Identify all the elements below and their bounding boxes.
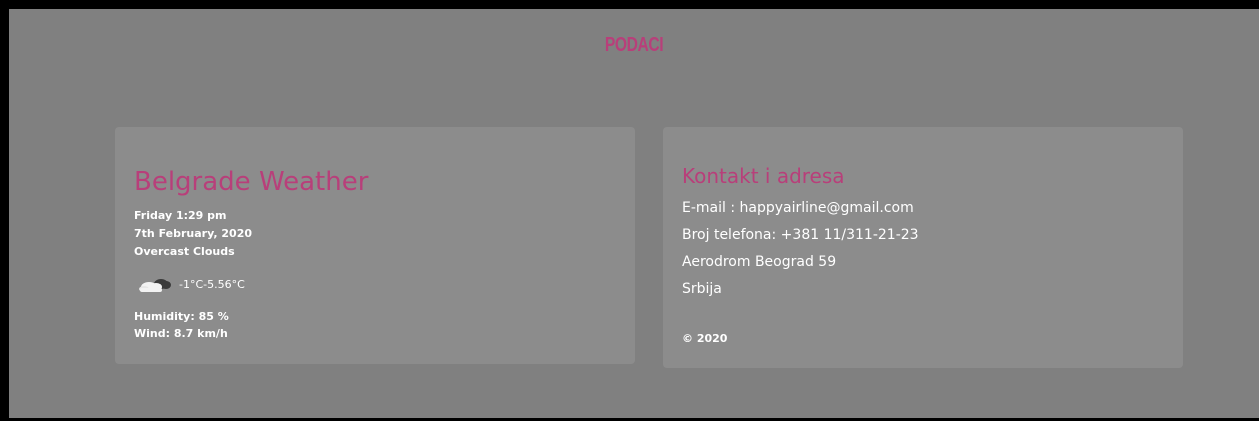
weather-day-time: Friday 1:29 pm [134,209,227,222]
weather-condition: Overcast Clouds [134,245,235,258]
contact-country: Srbija [682,281,722,297]
contact-email: E-mail : happyairline@gmail.com [682,200,914,216]
weather-title: Belgrade Weather [134,167,369,197]
weather-card: Belgrade Weather Friday 1:29 pm 7th Febr… [115,127,635,364]
overcast-clouds-icon [137,275,173,293]
weather-humidity: Humidity: 85 % [134,310,229,323]
contact-title: Kontakt i adresa [682,164,845,188]
copyright-text: © 2020 [682,332,728,345]
temperature-row: -1°C-5.56°C [137,274,245,294]
contact-address: Aerodrom Beograd 59 [682,254,837,270]
contact-phone: Broj telefona: +381 11/311-21-23 [682,227,919,243]
page-title: PODACI [604,34,664,56]
weather-date: 7th February, 2020 [134,227,253,240]
temperature-text: -1°C-5.56°C [179,277,245,291]
contact-card: Kontakt i adresa E-mail : happyairline@g… [663,127,1183,368]
weather-wind: Wind: 8.7 km/h [134,327,228,340]
page-frame: PODACI Belgrade Weather Friday 1:29 pm 7… [9,9,1259,418]
